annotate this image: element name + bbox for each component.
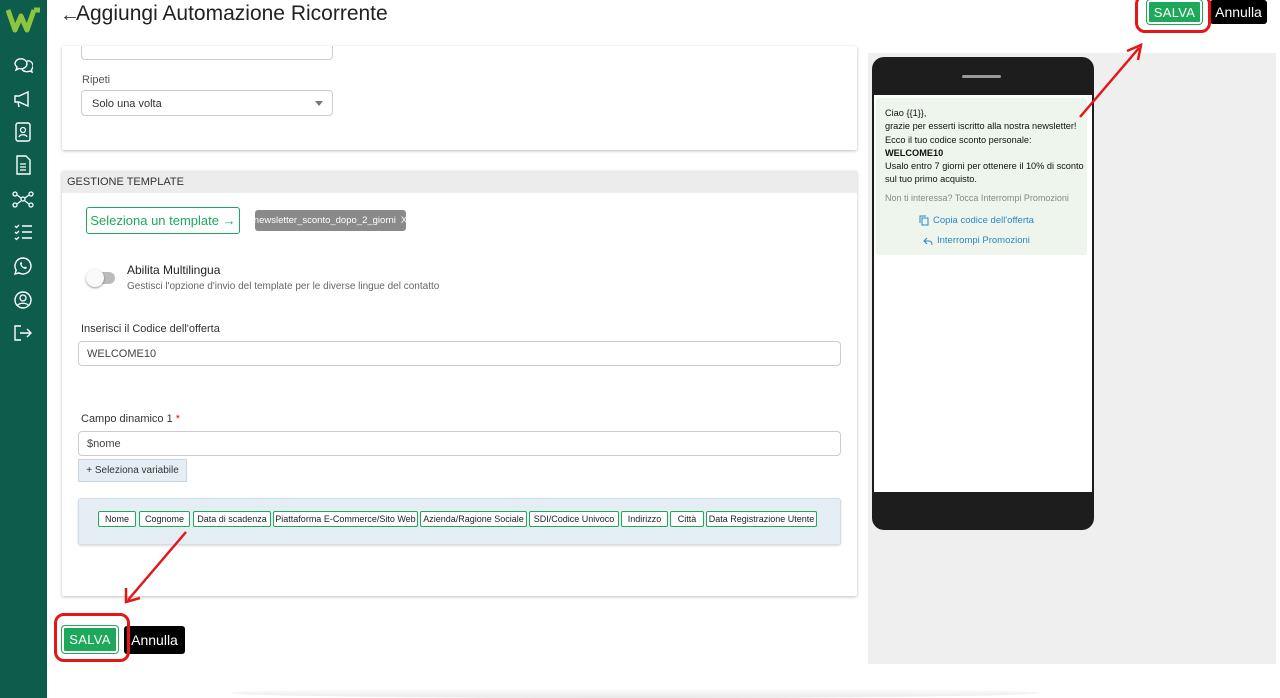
stop-promotions-action[interactable]: Interrompi Promozioni	[923, 235, 1030, 246]
repeat-select[interactable]: Solo una volta	[81, 90, 333, 116]
dynamic-field-label-text: Campo dinamico 1	[81, 413, 173, 425]
copy-code-label: Copia codice dell'offerta	[933, 215, 1034, 226]
copy-code-action[interactable]: Copia codice dell'offerta	[919, 215, 1034, 226]
previous-field[interactable]	[81, 46, 333, 60]
footer-cancel-button[interactable]: Annulla	[124, 626, 185, 654]
message-text: Ciao {{1}}, grazie per esserti iscritto …	[885, 107, 1085, 187]
select-variable-button[interactable]: + Seleziona variabile	[78, 459, 187, 482]
highlight-box-bottom	[54, 613, 130, 662]
message-code: WELCOME10	[885, 147, 944, 158]
message-line: Ecco il tuo codice sconto personale:	[885, 134, 1032, 145]
template-section-title: GESTIONE TEMPLATE	[62, 171, 857, 193]
toggle-knob	[86, 269, 104, 287]
multilang-description: Gestisci l'opzione d'invio del template …	[127, 281, 440, 292]
variable-tag-data-registrazione[interactable]: Data Registrazione Utente	[706, 511, 817, 527]
checklist-icon[interactable]	[12, 221, 34, 243]
message-line: grazie per esserti iscritto alla nostra …	[885, 121, 1077, 132]
offer-code-label: Inserisci il Codice dell'offerta	[81, 323, 220, 335]
dynamic-field-label: Campo dinamico 1 *	[81, 413, 180, 425]
offer-code-input[interactable]: WELCOME10	[78, 341, 841, 366]
sidebar	[0, 0, 47, 698]
selected-template-chip: newsletter_sconto_dopo_2_giorni X	[253, 210, 407, 231]
message-line: Ciao {{1}},	[885, 108, 927, 118]
variable-tag-azienda[interactable]: Azienda/Ragione Sociale	[420, 511, 527, 527]
bottom-shadow	[230, 688, 1040, 698]
variable-tag-indirizzo[interactable]: Indirizzo	[621, 511, 668, 527]
header-cancel-button[interactable]: Annulla	[1210, 0, 1267, 24]
variable-tag-nome[interactable]: Nome	[98, 511, 136, 527]
highlight-box-top	[1135, 0, 1211, 33]
message-line: Usalo entro 7 giorni per ottenere il 10%…	[885, 161, 1084, 172]
select-template-button[interactable]: Seleziona un template →	[86, 207, 240, 234]
chip-label: newsletter_sconto_dopo_2_giorni	[253, 215, 396, 226]
message-line: sul tuo primo acquisto.	[885, 174, 977, 185]
repeat-label: Ripeti	[82, 74, 111, 86]
flow-icon[interactable]	[12, 188, 34, 210]
variable-tag-citta[interactable]: Città	[670, 511, 704, 527]
whatsapp-icon[interactable]	[12, 255, 34, 277]
copy-icon	[919, 215, 929, 226]
megaphone-icon[interactable]	[12, 88, 34, 110]
user-icon[interactable]	[12, 289, 34, 311]
variable-tag-piattaforma[interactable]: Piattaforma E-Commerce/Sito Web	[273, 511, 418, 527]
message-footer-note: Non ti interessa? Tocca Interrompi Promo…	[885, 193, 1069, 203]
required-mark: *	[175, 413, 181, 425]
phone-notch	[962, 75, 1001, 78]
dynamic-field-input[interactable]: $nome	[78, 431, 841, 456]
multilang-title: Abilita Multilingua	[127, 263, 221, 277]
contacts-icon[interactable]	[12, 121, 34, 143]
variable-tag-data-scadenza[interactable]: Data di scadenza	[193, 511, 271, 527]
logo-icon[interactable]	[6, 6, 42, 34]
variable-tag-cognome[interactable]: Cognome	[139, 511, 190, 527]
multilang-toggle[interactable]	[86, 269, 115, 287]
chip-remove-button[interactable]: X	[401, 215, 407, 226]
chat-icon[interactable]	[12, 54, 34, 76]
reply-icon	[923, 237, 933, 245]
document-icon[interactable]	[12, 154, 34, 176]
chevron-down-icon	[315, 101, 323, 106]
logout-icon[interactable]	[12, 322, 34, 344]
page-title: Aggiungi Automazione Ricorrente	[76, 2, 388, 25]
variable-tag-sdi[interactable]: SDI/Codice Univoco	[529, 511, 619, 527]
repeat-value: Solo una volta	[92, 98, 162, 110]
stop-promotions-label: Interrompi Promozioni	[937, 235, 1030, 246]
